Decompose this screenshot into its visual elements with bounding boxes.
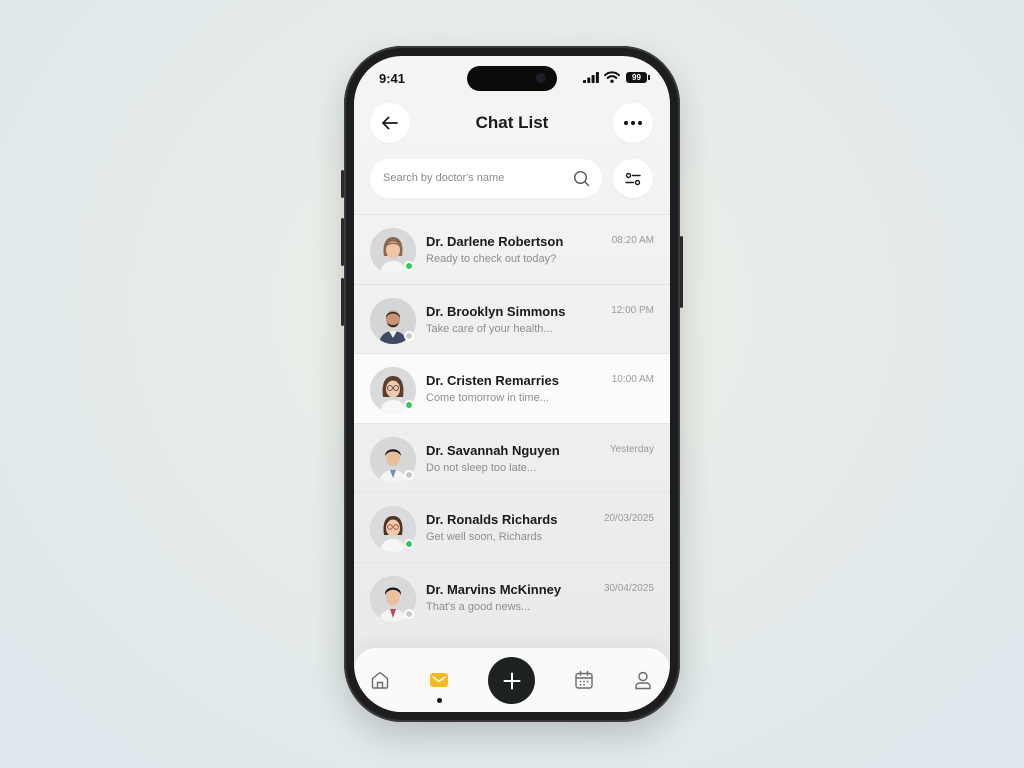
- message-time: Yesterday: [609, 443, 654, 455]
- new-chat-button[interactable]: [488, 657, 535, 704]
- doctor-name: Dr. Cristen Remarries: [426, 373, 559, 389]
- last-message: That's a good news...: [426, 600, 531, 613]
- more-horizontal-icon: [623, 120, 643, 126]
- offline-status-dot: [404, 330, 414, 341]
- dynamic-island: [467, 66, 557, 91]
- calendar-icon: [575, 670, 593, 689]
- volume-down-button: [341, 278, 344, 326]
- search-icon: [573, 170, 590, 187]
- tab-messages[interactable]: [427, 668, 451, 692]
- status-bar: 9:41 99: [354, 56, 670, 100]
- chat-row[interactable]: Dr. Savannah Nguyen Do not sleep too lat…: [354, 422, 670, 493]
- home-icon: [371, 671, 389, 689]
- tab-profile[interactable]: [631, 668, 655, 692]
- message-time: 08:20 AM: [611, 235, 654, 246]
- power-button: [680, 236, 683, 308]
- doctor-name: Dr. Marvins McKinney: [426, 581, 562, 597]
- volume-up-button: [341, 218, 344, 266]
- mail-icon: [430, 673, 448, 687]
- tab-home[interactable]: [368, 668, 392, 692]
- last-message: Come tomorrow in time...: [426, 392, 549, 405]
- filter-button[interactable]: [613, 159, 653, 198]
- signal-icon: [583, 72, 599, 83]
- last-message: Do not sleep too late...: [426, 461, 537, 474]
- doctor-name: Dr. Brooklyn Simmons: [426, 303, 566, 319]
- online-status-dot: [404, 400, 414, 411]
- message-time: 12:00 PM: [611, 304, 654, 316]
- chat-row[interactable]: Dr. Darlene Robertson Ready to check out…: [354, 214, 670, 284]
- doctor-name: Dr. Ronalds Richards: [426, 512, 558, 528]
- doctor-name: Dr. Darlene Robertson: [426, 234, 564, 249]
- battery-tip: [648, 75, 650, 80]
- last-message: Ready to check out today?: [426, 253, 557, 265]
- bottom-tab-bar: [354, 648, 670, 712]
- action-button: [341, 170, 344, 198]
- search-input[interactable]: Search by doctor's name: [370, 159, 602, 198]
- message-time: 20/03/2025: [603, 513, 654, 525]
- active-tab-indicator: [437, 698, 442, 703]
- chat-row[interactable]: Dr. Brooklyn Simmons Take care of your h…: [354, 283, 670, 354]
- message-time: 10:00 AM: [611, 374, 654, 386]
- online-status-dot: [404, 261, 414, 271]
- plus-icon: [503, 672, 520, 689]
- status-time: 9:41: [379, 71, 406, 86]
- app-screen: 9:41 99 Chat List Search by doctor's nam…: [354, 56, 670, 712]
- online-status-dot: [404, 539, 414, 550]
- wifi-icon: [604, 71, 620, 83]
- last-message: Take care of your health...: [426, 322, 553, 335]
- chat-row[interactable]: Dr. Marvins McKinney That's a good news.…: [354, 561, 670, 632]
- profile-icon: [635, 671, 651, 690]
- doctor-name: Dr. Savannah Nguyen: [426, 442, 560, 458]
- offline-status-dot: [404, 608, 414, 619]
- search-placeholder: Search by doctor's name: [383, 172, 505, 184]
- last-message: Get well soon, Richards: [426, 531, 543, 544]
- battery-icon: 99: [626, 72, 647, 83]
- chat-row-selected[interactable]: Dr. Cristen Remarries Come tomorrow in t…: [354, 353, 670, 423]
- offline-status-dot: [404, 469, 414, 480]
- filter-sliders-icon: [625, 172, 641, 185]
- chat-row[interactable]: Dr. Ronalds Richards Get well soon, Rich…: [354, 492, 670, 562]
- message-time: 30/04/2025: [603, 582, 654, 594]
- more-options-button[interactable]: [613, 103, 653, 143]
- tab-calendar[interactable]: [572, 668, 596, 692]
- chat-list: Dr. Darlene Robertson Ready to check out…: [354, 214, 670, 632]
